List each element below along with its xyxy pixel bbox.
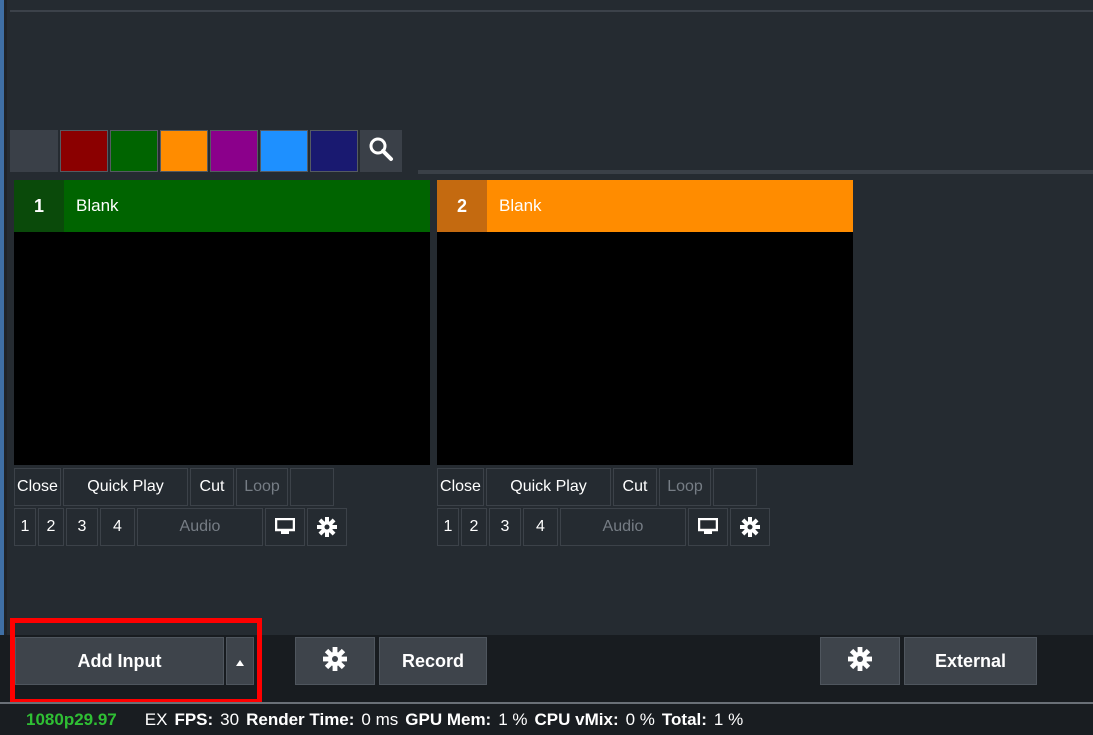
loop-button[interactable]: Loop [236,468,288,506]
input-1-controls-row1: Close Quick Play Cut Loop [14,468,430,506]
monitor-button[interactable] [688,508,728,546]
swatch-red[interactable] [60,130,108,172]
close-button[interactable]: Close [14,468,61,506]
overlay-4-button[interactable]: 4 [100,508,135,546]
overlay-2-button[interactable]: 2 [38,508,64,546]
overlay-1-button[interactable]: 1 [14,508,36,546]
input-2-controls-row1: Close Quick Play Cut Loop [437,468,853,506]
blank-control [290,468,334,506]
input-settings-button[interactable] [307,508,347,546]
quick-play-button[interactable]: Quick Play [63,468,188,506]
external-button[interactable]: External [904,637,1037,685]
input-1-title: Blank [76,196,119,215]
render-time-value: 0 ms [361,709,399,729]
gear-icon [317,517,337,537]
swatch-navy[interactable] [310,130,358,172]
input-settings-button[interactable] [730,508,770,546]
overlay-3-button[interactable]: 3 [489,508,521,546]
overlay-3-button[interactable]: 3 [66,508,98,546]
search-button[interactable] [360,130,402,172]
cpu-vmix-label: CPU vMix: [534,709,619,729]
color-filter-bar [10,130,402,172]
monitor-button[interactable] [265,508,305,546]
loop-button[interactable]: Loop [659,468,711,506]
close-button[interactable]: Close [437,468,484,506]
cut-button[interactable]: Cut [190,468,234,506]
gear-icon [848,646,872,676]
swatch-blue[interactable] [260,130,308,172]
input-2-header[interactable]: 2 Blank [437,180,853,232]
input-1-header[interactable]: 1 Blank [14,180,430,232]
input-card-1: 1 Blank Close Quick Play Cut Loop 1 2 3 … [14,180,430,547]
settings-button[interactable] [295,637,375,685]
audio-button[interactable]: Audio [137,508,263,546]
fps-value: 30 [220,709,240,729]
filter-divider [418,170,1093,174]
monitor-icon [275,518,295,536]
ex-label: EX [144,709,168,729]
external-settings-button[interactable] [820,637,900,685]
gear-icon [323,646,347,676]
monitor-icon [698,518,718,536]
cpu-vmix-value: 0 % [625,709,655,729]
input-1-controls-row2: 1 2 3 4 Audio [14,508,430,546]
window-left-border [4,0,7,635]
quick-play-button[interactable]: Quick Play [486,468,611,506]
input-card-2: 2 Blank Close Quick Play Cut Loop 1 2 3 … [437,180,853,547]
input-2-preview[interactable] [437,232,853,465]
gpu-mem-value: 1 % [498,709,528,729]
swatch-orange[interactable] [160,130,208,172]
total-label: Total: [661,709,707,729]
input-1-preview[interactable] [14,232,430,465]
render-time-label: Render Time: [246,709,355,729]
overlay-2-button[interactable]: 2 [461,508,487,546]
record-button[interactable]: Record [379,637,487,685]
gpu-mem-label: GPU Mem: [405,709,492,729]
swatch-green[interactable] [110,130,158,172]
audio-button[interactable]: Audio [560,508,686,546]
overlay-1-button[interactable]: 1 [437,508,459,546]
fps-label: FPS: [174,709,214,729]
gear-icon [740,517,760,537]
resolution-label: 1080p29.97 [26,709,117,729]
total-value: 1 % [713,709,744,729]
top-divider [10,10,1093,12]
input-2-number: 2 [437,180,487,232]
search-icon [368,136,394,167]
status-bar: 1080p29.97 EX FPS: 30 Render Time: 0 ms … [0,702,1093,735]
input-2-title: Blank [499,196,542,215]
swatch-none[interactable] [10,130,58,172]
blank-control [713,468,757,506]
cut-button[interactable]: Cut [613,468,657,506]
input-2-controls-row2: 1 2 3 4 Audio [437,508,853,546]
add-input-highlight-box [10,618,262,704]
swatch-purple[interactable] [210,130,258,172]
overlay-4-button[interactable]: 4 [523,508,558,546]
input-1-number: 1 [14,180,64,232]
